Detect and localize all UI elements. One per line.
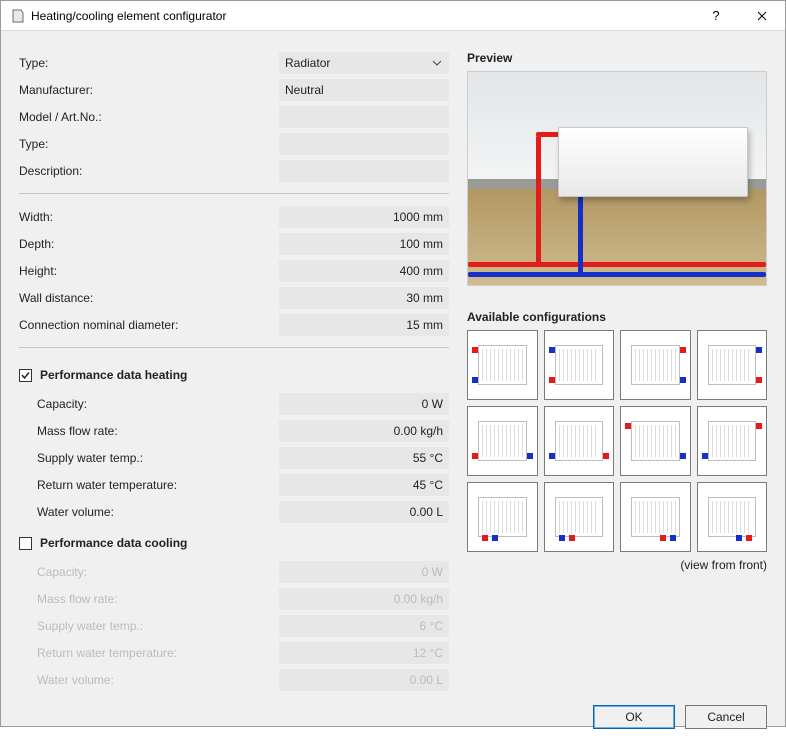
model-field[interactable] xyxy=(279,106,449,128)
title-bar: Heating/cooling element configurator ? xyxy=(1,1,785,31)
window-title: Heating/cooling element configurator xyxy=(31,9,693,23)
config-grid xyxy=(467,330,767,552)
manufacturer-field[interactable]: Neutral xyxy=(279,79,449,101)
cool-mass-flow-field: 0.00 kg/h xyxy=(279,588,449,610)
row-cool-volume: Water volume: 0.00 L xyxy=(19,666,449,693)
config-option-4[interactable] xyxy=(697,330,768,400)
config-option-5[interactable] xyxy=(467,406,538,476)
row-heat-volume: Water volume: 0.00 L xyxy=(19,498,449,525)
label-model: Model / Art.No.: xyxy=(19,110,279,124)
help-button[interactable]: ? xyxy=(693,1,739,31)
right-column: Preview Available configurations xyxy=(467,49,767,693)
width-field[interactable]: 1000 mm xyxy=(279,206,449,228)
divider xyxy=(19,193,449,194)
row-wall-distance: Wall distance: 30 mm xyxy=(19,284,449,311)
heat-capacity-field[interactable]: 0 W xyxy=(279,393,449,415)
row-cool-return: Return water temperature: 12 °C xyxy=(19,639,449,666)
row-heat-capacity: Capacity: 0 W xyxy=(19,390,449,417)
description-field[interactable] xyxy=(279,160,449,182)
row-depth: Depth: 100 mm xyxy=(19,230,449,257)
cool-volume-field: 0.00 L xyxy=(279,669,449,691)
heating-checkbox[interactable] xyxy=(19,369,32,382)
config-option-3[interactable] xyxy=(620,330,691,400)
heat-return-field[interactable]: 45 °C xyxy=(279,474,449,496)
label-type: Type: xyxy=(19,56,279,70)
row-cool-mass-flow: Mass flow rate: 0.00 kg/h xyxy=(19,585,449,612)
connection-diameter-field[interactable]: 15 mm xyxy=(279,314,449,336)
type-dropdown-value: Radiator xyxy=(285,56,429,70)
config-option-1[interactable] xyxy=(467,330,538,400)
row-connection-diameter: Connection nominal diameter: 15 mm xyxy=(19,311,449,338)
type2-field[interactable] xyxy=(279,133,449,155)
config-option-9[interactable] xyxy=(467,482,538,552)
row-cool-supply: Supply water temp.: 6 °C xyxy=(19,612,449,639)
config-option-11[interactable] xyxy=(620,482,691,552)
label-cool-supply: Supply water temp.: xyxy=(19,619,279,633)
dialog-footer: OK Cancel xyxy=(1,693,785,743)
config-option-12[interactable] xyxy=(697,482,768,552)
cooling-checkbox[interactable] xyxy=(19,537,32,550)
label-description: Description: xyxy=(19,164,279,178)
heat-volume-field[interactable]: 0.00 L xyxy=(279,501,449,523)
cool-return-field: 12 °C xyxy=(279,642,449,664)
config-option-7[interactable] xyxy=(620,406,691,476)
label-cool-mass-flow: Mass flow rate: xyxy=(19,592,279,606)
config-option-10[interactable] xyxy=(544,482,615,552)
left-column: Type: Radiator Manufacturer: Neutral Mod… xyxy=(19,49,449,693)
ok-button[interactable]: OK xyxy=(593,705,675,729)
label-cool-return: Return water temperature: xyxy=(19,646,279,660)
label-cool-capacity: Capacity: xyxy=(19,565,279,579)
row-heat-supply: Supply water temp.: 55 °C xyxy=(19,444,449,471)
label-height: Height: xyxy=(19,264,279,278)
row-heat-return: Return water temperature: 45 °C xyxy=(19,471,449,498)
type-dropdown[interactable]: Radiator xyxy=(279,52,449,74)
row-heat-mass-flow: Mass flow rate: 0.00 kg/h xyxy=(19,417,449,444)
label-heat-mass-flow: Mass flow rate: xyxy=(19,424,279,438)
dialog-window: Heating/cooling element configurator ? T… xyxy=(0,0,786,727)
cooling-title: Performance data cooling xyxy=(40,536,187,550)
label-cool-volume: Water volume: xyxy=(19,673,279,687)
divider xyxy=(19,347,449,348)
wall-distance-field[interactable]: 30 mm xyxy=(279,287,449,309)
available-title: Available configurations xyxy=(467,310,767,324)
row-description: Description: xyxy=(19,157,449,184)
row-height: Height: 400 mm xyxy=(19,257,449,284)
cool-supply-field: 6 °C xyxy=(279,615,449,637)
label-connection-diameter: Connection nominal diameter: xyxy=(19,318,279,332)
content-area: Type: Radiator Manufacturer: Neutral Mod… xyxy=(1,31,785,693)
preview-image xyxy=(467,71,767,286)
row-type: Type: Radiator xyxy=(19,49,449,76)
preview-title: Preview xyxy=(467,51,767,65)
row-width: Width: 1000 mm xyxy=(19,203,449,230)
label-heat-capacity: Capacity: xyxy=(19,397,279,411)
close-button[interactable] xyxy=(739,1,785,31)
heat-supply-field[interactable]: 55 °C xyxy=(279,447,449,469)
label-depth: Depth: xyxy=(19,237,279,251)
cool-capacity-field: 0 W xyxy=(279,561,449,583)
row-model: Model / Art.No.: xyxy=(19,103,449,130)
label-manufacturer: Manufacturer: xyxy=(19,83,279,97)
heat-mass-flow-field[interactable]: 0.00 kg/h xyxy=(279,420,449,442)
label-heat-volume: Water volume: xyxy=(19,505,279,519)
row-type2: Type: xyxy=(19,130,449,157)
label-heat-supply: Supply water temp.: xyxy=(19,451,279,465)
cooling-section-header: Performance data cooling xyxy=(19,531,449,555)
depth-field[interactable]: 100 mm xyxy=(279,233,449,255)
config-option-2[interactable] xyxy=(544,330,615,400)
config-option-8[interactable] xyxy=(697,406,768,476)
label-wall-distance: Wall distance: xyxy=(19,291,279,305)
label-width: Width: xyxy=(19,210,279,224)
chevron-down-icon xyxy=(429,55,445,71)
height-field[interactable]: 400 mm xyxy=(279,260,449,282)
config-option-6[interactable] xyxy=(544,406,615,476)
row-manufacturer: Manufacturer: Neutral xyxy=(19,76,449,103)
app-icon xyxy=(9,8,25,24)
heating-section-header: Performance data heating xyxy=(19,363,449,387)
view-from-front-note: (view from front) xyxy=(467,558,767,572)
label-heat-return: Return water temperature: xyxy=(19,478,279,492)
heating-title: Performance data heating xyxy=(40,368,187,382)
label-type2: Type: xyxy=(19,137,279,151)
row-cool-capacity: Capacity: 0 W xyxy=(19,558,449,585)
cancel-button[interactable]: Cancel xyxy=(685,705,767,729)
